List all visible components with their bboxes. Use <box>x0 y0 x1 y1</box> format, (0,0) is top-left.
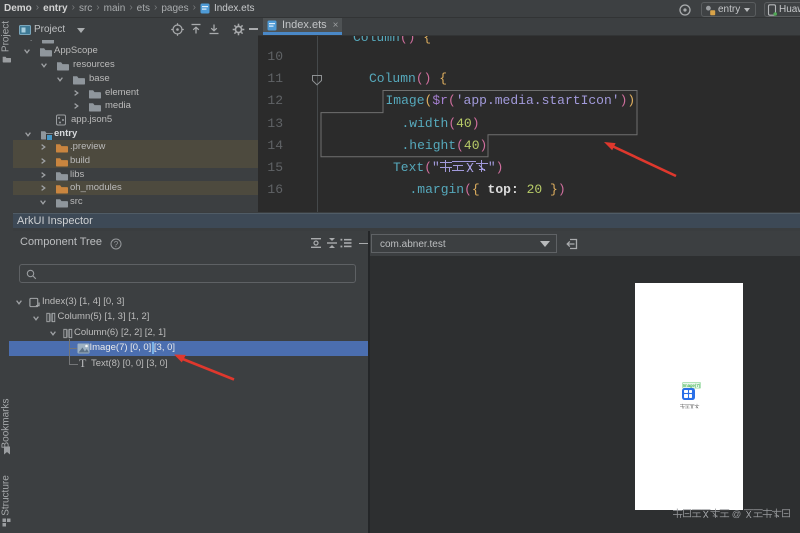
svg-text:?: ? <box>114 240 119 249</box>
svg-text:Image(7): Image(7) <box>683 382 701 387</box>
